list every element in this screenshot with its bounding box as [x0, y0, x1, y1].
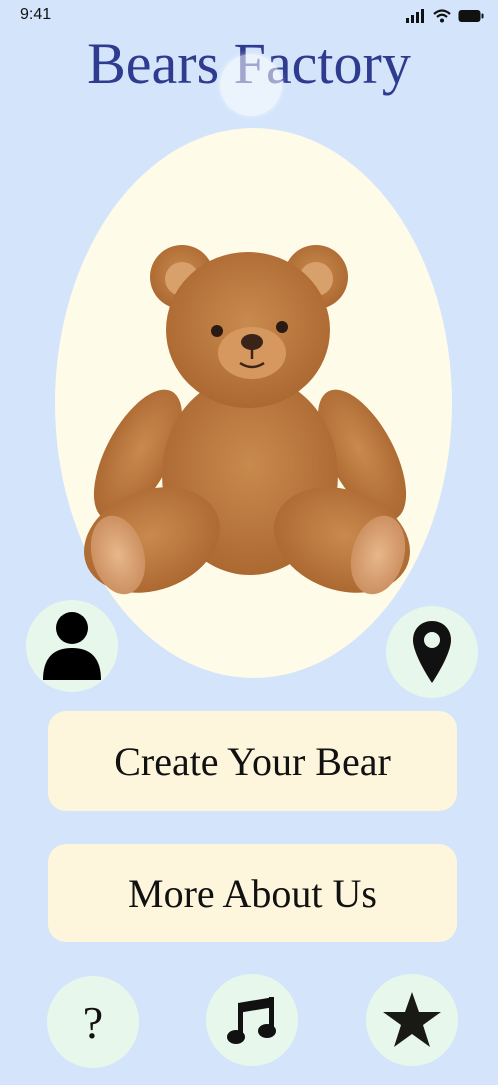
more-about-us-button[interactable]: More About Us	[48, 844, 457, 942]
wifi-icon	[433, 9, 451, 23]
favorite-button[interactable]	[366, 974, 458, 1066]
create-your-bear-button[interactable]: Create Your Bear	[48, 711, 457, 811]
help-button[interactable]: ?	[47, 976, 139, 1068]
music-note-icon	[227, 997, 276, 1044]
teddy-bear-image	[84, 245, 410, 595]
question-mark-icon: ?	[82, 996, 104, 1048]
map-pin-icon	[413, 621, 451, 683]
star-icon	[383, 992, 441, 1047]
status-icons	[406, 9, 484, 23]
music-button[interactable]	[206, 974, 298, 1066]
profile-button[interactable]	[26, 600, 118, 692]
touch-indicator	[220, 54, 282, 116]
signal-icon	[406, 9, 424, 23]
battery-icon	[458, 10, 484, 22]
status-time: 9:41	[20, 6, 52, 23]
person-icon	[43, 612, 101, 680]
location-button[interactable]	[386, 606, 478, 698]
